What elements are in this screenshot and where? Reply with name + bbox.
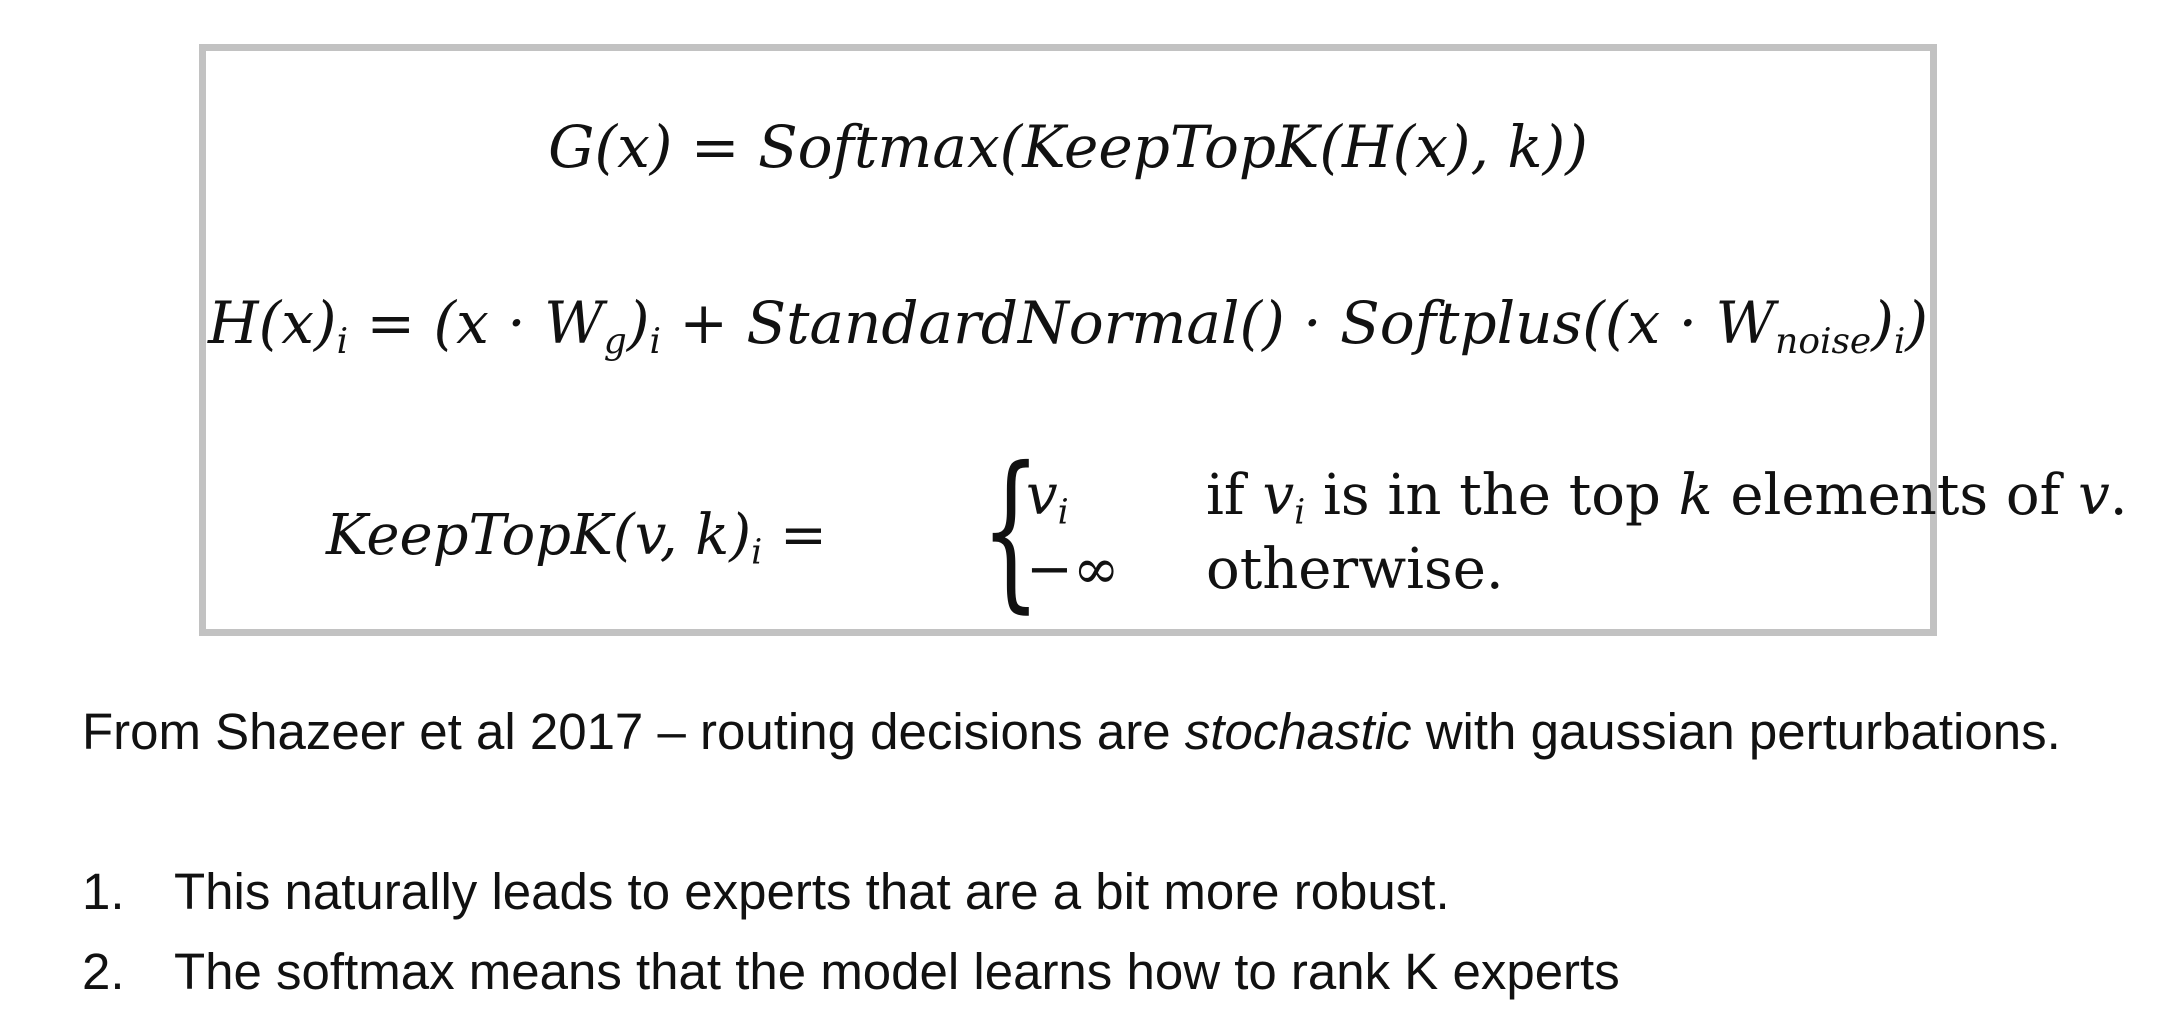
list-text: The softmax means that the model learns … xyxy=(174,943,1620,1000)
caption-text: with gaussian perturbations. xyxy=(1411,703,2061,760)
noisy-gating-equation: H(x)i = (x · Wg)i + StandardNormal() · S… xyxy=(206,289,1930,360)
keeptopk-func: KeepTopK(v, k) xyxy=(326,503,752,568)
case-value: vi xyxy=(1026,463,1069,533)
case-condition: otherwise. xyxy=(1206,537,1504,602)
case-condition: if vi is in the top k elements of v. xyxy=(1206,463,2128,533)
equation-box: G(x) = Softmax(KeepTopK(H(x), k)) H(x)i … xyxy=(199,44,2128,636)
case-row-top-k: vi if vi is in the top k elements of v. xyxy=(1026,463,2128,533)
caption-emphasis: stochastic xyxy=(1184,703,1412,760)
noisy-sub-i: i xyxy=(649,321,661,363)
list-number: 1. xyxy=(82,863,125,920)
keeptopk-equals: = xyxy=(762,503,827,568)
noisy-sub-noise: noise xyxy=(1775,321,1872,363)
gating-equals: = xyxy=(672,113,758,181)
case-value: −∞ xyxy=(1026,537,1120,602)
noisy-sub-g: g xyxy=(603,321,627,363)
noisy-sub-i: i xyxy=(336,321,349,363)
case-row-otherwise: −∞ otherwise. xyxy=(1026,537,2126,607)
noisy-sub-i: i xyxy=(1893,321,1906,363)
noisy-paren: ) xyxy=(1871,289,1894,357)
caption-text: From Shazeer et al 2017 – routing decisi… xyxy=(82,703,1185,760)
noisy-paren: ) xyxy=(1905,289,1928,357)
keeptopk-sub-i: i xyxy=(751,532,763,573)
gating-equation: G(x) = Softmax(KeepTopK(H(x), k)) xyxy=(206,113,1930,181)
noisy-paren: ) xyxy=(626,289,650,357)
list-item: 2. The softmax means that the model learn… xyxy=(82,942,1620,1001)
list-text: This naturally leads to experts that are… xyxy=(174,863,1450,920)
noisy-linear-term: = (x · W xyxy=(348,289,604,357)
noisy-noise-term: + StandardNormal() · Softplus((x · W xyxy=(660,289,1776,357)
gating-lhs: G(x) xyxy=(548,113,673,181)
noisy-h: H(x) xyxy=(208,289,337,357)
list-item: 1. This naturally leads to experts that a… xyxy=(82,862,1450,921)
keeptopk-lhs: KeepTopK(v, k)i = xyxy=(326,503,827,570)
gating-rhs: Softmax(KeepTopK(H(x), k)) xyxy=(757,113,1588,181)
caption: From Shazeer et al 2017 – routing decisi… xyxy=(82,702,2061,761)
list-number: 2. xyxy=(82,943,125,1000)
